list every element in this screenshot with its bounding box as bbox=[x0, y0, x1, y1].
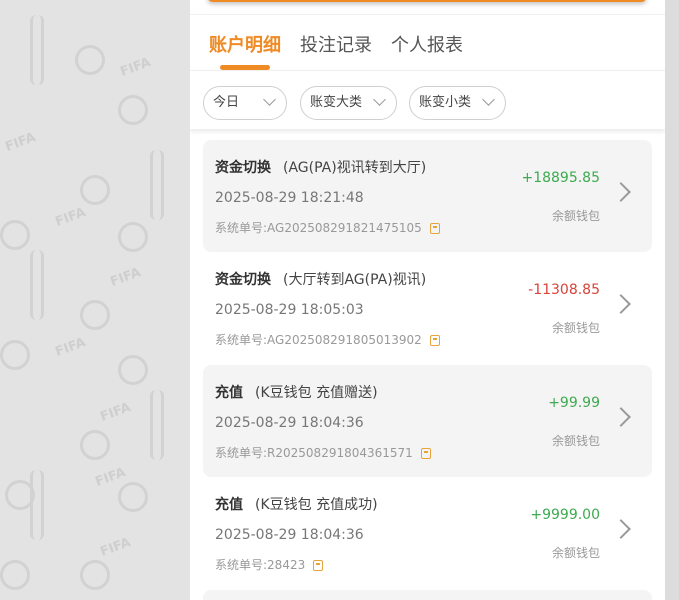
ball-icon bbox=[5, 480, 35, 510]
date-filter-label: 今日 bbox=[213, 95, 240, 110]
category-filter-label: 账变大类 bbox=[310, 95, 363, 110]
transaction-detail: (大厅转到AG(PA)视讯) bbox=[283, 272, 427, 288]
ball-icon bbox=[118, 222, 148, 252]
transaction-detail: (K豆钱包 充值赠送) bbox=[255, 385, 378, 401]
serial-label: 系统单号: bbox=[215, 558, 268, 572]
transaction-serial: 系统单号:AG202508291805013902 bbox=[215, 331, 440, 348]
trophy-icon bbox=[150, 150, 164, 220]
ball-icon bbox=[118, 95, 148, 125]
transaction-time: 2025-08-29 18:21:48 bbox=[215, 190, 364, 206]
ball-icon bbox=[0, 340, 30, 370]
trophy-icon bbox=[150, 390, 164, 460]
serial-number: AG202508291805013902 bbox=[267, 333, 422, 347]
transaction-amount: +99.99 bbox=[548, 395, 600, 411]
transaction-serial: 系统单号:R202508291804361571 bbox=[215, 444, 431, 461]
transaction-item[interactable]: 充值 (K豆钱包 充值成功) 2025-08-29 18:04:36 系统单号:2… bbox=[203, 477, 652, 589]
category-filter-dropdown[interactable]: 账变大类 bbox=[300, 86, 397, 120]
fifa-mark: FIFA bbox=[53, 205, 88, 230]
transaction-type: 充值 bbox=[215, 497, 243, 513]
fifa-mark: FIFA bbox=[98, 400, 133, 425]
chevron-down-icon bbox=[373, 93, 386, 106]
transaction-time: 2025-08-29 18:04:36 bbox=[215, 527, 364, 543]
serial-label: 系统单号: bbox=[215, 221, 268, 235]
subcategory-filter-label: 账变小类 bbox=[419, 95, 472, 110]
serial-label: 系统单号: bbox=[215, 333, 268, 347]
transaction-title: 资金切换 (大厅转到AG(PA)视讯) bbox=[215, 269, 426, 289]
serial-number: AG202508291821475105 bbox=[267, 221, 422, 235]
wallet-label: 余额钱包 bbox=[551, 546, 600, 560]
serial-label: 系统单号: bbox=[215, 446, 268, 460]
transaction-title: 资金切换 (AG(PA)视讯转到大厅) bbox=[215, 157, 426, 177]
transaction-item[interactable]: 资金切换 (AG(PA)视讯转到大厅) 2025-08-29 18:21:48 系… bbox=[203, 140, 652, 252]
chevron-down-icon bbox=[482, 93, 495, 106]
account-panel: 账户明细 投注记录 个人报表 今日 账变大类 账变小类 资金切换 (AG(PA)视… bbox=[190, 0, 665, 600]
transaction-amount: +18895.85 bbox=[521, 170, 600, 186]
ball-icon bbox=[80, 300, 110, 330]
fifa-mark: FIFA bbox=[3, 130, 38, 155]
ball-icon bbox=[75, 45, 105, 75]
background-pattern-right bbox=[665, 0, 679, 600]
transaction-item[interactable]: 充值 (K豆钱包 充值赠送) 2025-08-29 18:04:36 系统单号:R… bbox=[203, 365, 652, 477]
trophy-icon bbox=[30, 15, 44, 85]
fifa-mark: FIFA bbox=[118, 55, 153, 80]
ball-icon bbox=[80, 430, 110, 460]
transaction-title: 充值 (K豆钱包 充值赠送) bbox=[215, 382, 378, 402]
copy-icon[interactable] bbox=[429, 335, 440, 346]
filter-bar: 今日 账变大类 账变小类 bbox=[190, 70, 665, 129]
tab-bar: 账户明细 投注记录 个人报表 bbox=[190, 14, 665, 71]
fifa-mark: FIFA bbox=[53, 335, 88, 360]
header-strip bbox=[207, 0, 647, 2]
date-filter-dropdown[interactable]: 今日 bbox=[203, 86, 287, 120]
ball-icon bbox=[80, 175, 110, 205]
transaction-type: 充值 bbox=[215, 385, 243, 401]
ball-icon bbox=[118, 482, 148, 512]
subcategory-filter-dropdown[interactable]: 账变小类 bbox=[409, 86, 506, 120]
chevron-right-icon bbox=[611, 407, 631, 427]
transaction-time: 2025-08-29 18:05:03 bbox=[215, 302, 364, 318]
transaction-time: 2025-08-29 18:04:36 bbox=[215, 415, 364, 431]
transaction-serial: 系统单号:AG202508291821475105 bbox=[215, 219, 440, 236]
ball-icon bbox=[80, 560, 110, 590]
transaction-title: 充值 (K豆钱包 充值成功) bbox=[215, 494, 378, 514]
serial-number: 28423 bbox=[267, 558, 306, 572]
ball-icon bbox=[0, 560, 30, 590]
serial-number: R202508291804361571 bbox=[267, 446, 413, 460]
transaction-amount: +9999.00 bbox=[530, 507, 600, 523]
transaction-type: 资金切换 bbox=[215, 272, 271, 288]
trophy-icon bbox=[30, 470, 44, 540]
transaction-detail: (K豆钱包 充值成功) bbox=[255, 497, 378, 513]
tab-personal-report[interactable]: 个人报表 bbox=[391, 31, 463, 57]
tab-account-details[interactable]: 账户明细 bbox=[209, 31, 281, 57]
copy-icon[interactable] bbox=[313, 560, 324, 571]
tab-bet-records[interactable]: 投注记录 bbox=[300, 31, 372, 57]
wallet-label: 余额钱包 bbox=[551, 209, 600, 223]
trophy-icon bbox=[30, 250, 44, 320]
wallet-label: 余额钱包 bbox=[551, 321, 600, 335]
chevron-right-icon bbox=[611, 294, 631, 314]
chevron-right-icon bbox=[611, 182, 631, 202]
ball-icon bbox=[0, 220, 30, 250]
chevron-right-icon bbox=[611, 519, 631, 539]
chevron-down-icon bbox=[263, 93, 276, 106]
transaction-item[interactable]: 资金切换 (大厅转到AG(PA)视讯) 2025-08-29 18:05:03 系… bbox=[203, 252, 652, 364]
transaction-item[interactable] bbox=[203, 590, 652, 600]
fifa-mark: FIFA bbox=[108, 265, 143, 290]
fifa-mark: FIFA bbox=[98, 535, 133, 560]
transaction-detail: (AG(PA)视讯转到大厅) bbox=[283, 160, 427, 176]
transaction-amount: -11308.85 bbox=[528, 282, 600, 298]
ball-icon bbox=[118, 355, 148, 385]
transaction-serial: 系统单号:28423 bbox=[215, 556, 324, 573]
copy-icon[interactable] bbox=[420, 448, 431, 459]
transaction-type: 资金切换 bbox=[215, 160, 271, 176]
wallet-label: 余额钱包 bbox=[551, 434, 600, 448]
copy-icon[interactable] bbox=[429, 223, 440, 234]
background-pattern: FIFA FIFA FIFA FIFA FIFA FIFA FIFA FIFA bbox=[0, 0, 190, 600]
